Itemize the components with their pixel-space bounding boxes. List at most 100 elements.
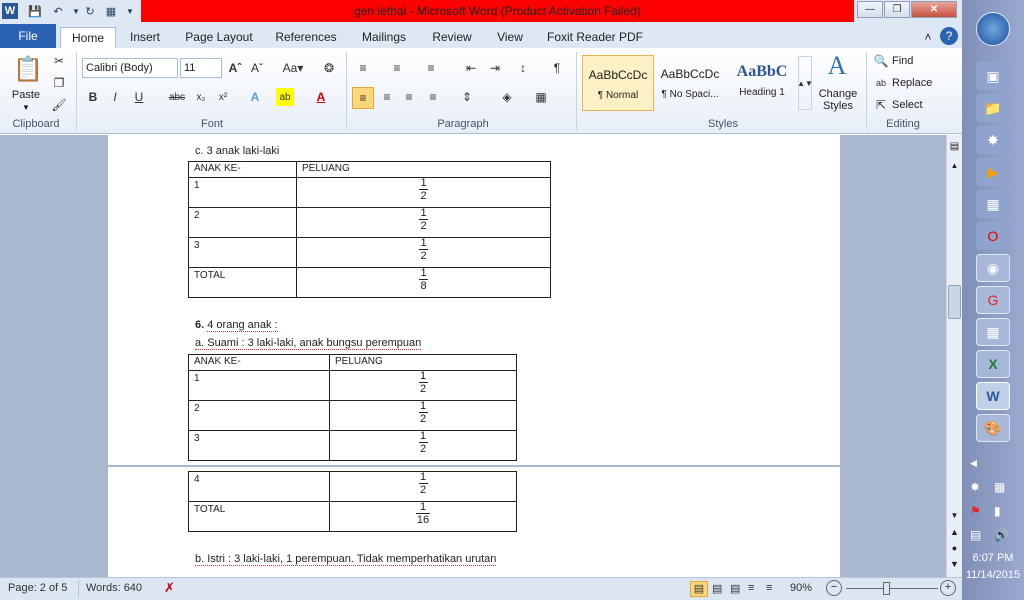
font-name-select[interactable]: Calibri (Body) <box>82 58 178 78</box>
tab-foxit-reader-pdf[interactable]: Foxit Reader PDF <box>542 27 648 48</box>
underline-icon[interactable]: U <box>130 88 148 106</box>
align-left-icon[interactable]: ≡ <box>352 87 374 109</box>
word-icon[interactable]: W <box>2 3 18 19</box>
paste-button[interactable]: Paste <box>6 88 46 102</box>
text-effects-icon[interactable]: A <box>246 88 264 106</box>
tab-view[interactable]: View <box>490 27 530 48</box>
previous-page-icon[interactable]: ▲ <box>948 527 961 539</box>
select-button[interactable]: Select <box>892 98 936 112</box>
excel-icon[interactable]: X <box>976 350 1010 378</box>
minimize-button[interactable]: — <box>857 1 883 18</box>
tab-review[interactable]: Review <box>426 27 478 48</box>
change-case-icon[interactable]: Aa▾ <box>280 59 306 77</box>
document-page-next[interactable]: 4 12 TOTAL 1 16 b. Istri : 3 laki-laki, 1… <box>108 467 840 577</box>
word-taskbar-icon[interactable]: W <box>976 382 1010 410</box>
style-no-spacing[interactable]: AaBbCcDc ¶ No Spaci... <box>654 55 726 111</box>
outline-icon[interactable]: ≡ <box>748 582 754 594</box>
zoom-slider-thumb[interactable] <box>883 582 890 595</box>
minimize-ribbon-icon[interactable]: ˄ <box>920 27 936 48</box>
paste-dropdown-icon[interactable]: ▼ <box>20 102 32 112</box>
vertical-scrollbar[interactable]: ▤ ▲ ▼ ▲ ● ▼ <box>946 135 962 577</box>
change-styles-icon[interactable]: A <box>822 51 852 80</box>
borders-icon[interactable]: ▦ <box>532 88 550 106</box>
help-icon[interactable]: ? <box>940 27 958 45</box>
next-page-icon[interactable]: ▼ <box>948 559 961 571</box>
print-layout-icon[interactable]: ▤ <box>690 581 708 597</box>
page-count[interactable]: Page: 2 of 5 <box>8 582 67 594</box>
tab-mailings[interactable]: Mailings <box>354 27 414 48</box>
justify-icon[interactable]: ≡ <box>424 88 442 106</box>
clock-date[interactable]: 11/14/2015 <box>962 569 1024 581</box>
line-spacing-icon[interactable]: ⇕ <box>458 88 476 106</box>
action-center-icon[interactable]: ⚑ <box>970 504 981 518</box>
zoom-level[interactable]: 90% <box>790 582 812 594</box>
files-icon[interactable]: ▣ <box>976 62 1010 90</box>
chrome-icon[interactable]: ◉ <box>976 254 1010 282</box>
media-center-icon[interactable]: ✸ <box>976 126 1010 154</box>
paste-icon[interactable]: 📋 <box>13 54 43 84</box>
find-button[interactable]: Find <box>892 54 932 68</box>
scroll-up-icon[interactable]: ▲ <box>948 161 961 173</box>
volume-icon[interactable]: 🔊 <box>994 528 1009 542</box>
tab-insert[interactable]: Insert <box>122 27 168 48</box>
media-player-icon[interactable]: ▶ <box>976 158 1010 186</box>
zoom-slider-track[interactable] <box>846 588 938 589</box>
tray-app-icon[interactable]: ✸ <box>970 480 980 494</box>
copy-icon[interactable]: ❐ <box>50 74 68 92</box>
proofing-icon[interactable]: ✗ <box>164 580 175 596</box>
highlight-icon[interactable]: ab <box>276 88 294 106</box>
web-layout-icon[interactable]: ▤ <box>730 582 740 595</box>
change-styles-button[interactable]: Change Styles <box>814 86 862 114</box>
grow-font-icon[interactable]: Aˆ <box>226 59 244 77</box>
save-icon[interactable]: 💾 <box>27 3 43 19</box>
zoom-in-icon[interactable]: + <box>940 580 956 596</box>
style-heading-1[interactable]: AaBbC Heading 1 <box>726 55 798 111</box>
tab-home[interactable]: Home <box>60 27 116 48</box>
replace-icon[interactable]: ab <box>872 74 890 92</box>
scroll-thumb[interactable] <box>948 285 961 319</box>
maximize-button[interactable]: ❐ <box>884 1 910 18</box>
network-icon[interactable]: ▤ <box>970 528 981 542</box>
increase-indent-icon[interactable]: ⇥ <box>486 59 504 77</box>
select-browse-object-icon[interactable]: ● <box>948 543 961 555</box>
cut-icon[interactable]: ✂ <box>50 52 68 70</box>
close-button[interactable]: ✕ <box>911 1 957 18</box>
italic-icon[interactable]: I <box>106 88 124 106</box>
tab-references[interactable]: References <box>270 27 342 48</box>
full-screen-reading-icon[interactable]: ▤ <box>712 582 722 595</box>
picture-viewer-icon[interactable]: ▦ <box>976 318 1010 346</box>
shading-icon[interactable]: ◈ <box>498 88 516 106</box>
numbering-icon[interactable]: ≡ <box>388 59 406 77</box>
paint-icon[interactable]: 🎨 <box>976 414 1010 442</box>
align-right-icon[interactable]: ≡ <box>400 88 418 106</box>
customize-qat-icon[interactable]: ▼ <box>122 3 138 19</box>
tab-file[interactable]: File <box>0 24 56 48</box>
redo-icon[interactable]: ↻ <box>82 3 98 19</box>
font-color-icon[interactable]: A <box>312 88 330 106</box>
clear-formatting-icon[interactable]: ❂ <box>320 59 338 77</box>
battery-icon[interactable]: ▮ <box>994 504 1001 518</box>
superscript-icon[interactable]: x² <box>214 88 232 106</box>
decrease-indent-icon[interactable]: ⇤ <box>462 59 480 77</box>
windows-tray-icon[interactable]: ▦ <box>994 480 1005 494</box>
tab-page-layout[interactable]: Page Layout <box>180 27 258 48</box>
draft-icon[interactable]: ≡ <box>766 582 772 594</box>
opera-icon[interactable]: O <box>976 222 1010 250</box>
explorer-icon[interactable]: 📁 <box>976 94 1010 122</box>
style-normal[interactable]: AaBbCcDc ¶ Normal <box>582 55 654 111</box>
multilevel-list-icon[interactable]: ≡ <box>422 59 440 77</box>
sort-icon[interactable]: ↕ <box>514 59 532 77</box>
print-preview-icon[interactable]: ▦ <box>103 3 119 19</box>
calendar-icon[interactable]: ▦ <box>976 190 1010 218</box>
replace-button[interactable]: Replace <box>892 76 940 90</box>
subscript-icon[interactable]: x₂ <box>192 88 210 106</box>
font-size-select[interactable]: 11 <box>180 58 222 78</box>
select-icon[interactable]: ⇱ <box>872 96 890 114</box>
styles-scroll-icon[interactable]: ▲▼ <box>797 56 813 110</box>
show-formatting-icon[interactable]: ¶ <box>548 59 566 77</box>
align-center-icon[interactable]: ≡ <box>378 88 396 106</box>
foxit-icon[interactable]: G <box>976 286 1010 314</box>
bold-icon[interactable]: B <box>84 88 102 106</box>
shrink-font-icon[interactable]: Aˇ <box>248 59 266 77</box>
bullets-icon[interactable]: ≡ <box>354 59 372 77</box>
